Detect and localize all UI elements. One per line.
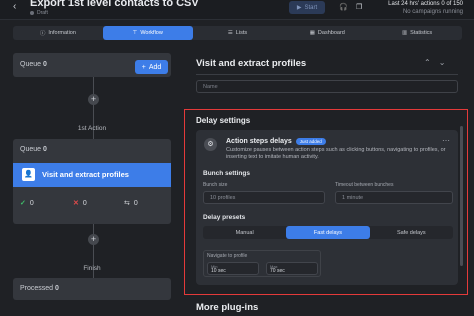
divider bbox=[196, 74, 458, 75]
list-icon: ☰ bbox=[227, 30, 233, 36]
max-delay-input[interactable]: Max 70 sec bbox=[266, 262, 318, 275]
chevron-down-icon[interactable]: ⌄ bbox=[439, 58, 446, 67]
scrollbar[interactable] bbox=[460, 126, 463, 266]
play-icon: ▶ bbox=[296, 5, 302, 11]
user-extract-icon: 👤 bbox=[22, 168, 35, 181]
workflow-canvas: Queue 0 + Add + 1st Action Queue 0 👤 Vis… bbox=[13, 50, 171, 316]
skip-icon: ⇆ bbox=[124, 200, 130, 207]
delay-presets-title: Delay presets bbox=[203, 214, 246, 221]
statistics-icon: ▥ bbox=[401, 30, 408, 36]
delay-settings-title: Delay settings bbox=[196, 116, 251, 125]
bunch-size-label: Bunch size bbox=[203, 182, 228, 188]
action-steps-title: Action steps delays bbox=[226, 138, 292, 145]
more-plugins-title: More plug-ins bbox=[196, 302, 259, 313]
bunch-settings-title: Bunch settings bbox=[203, 170, 250, 177]
gears-icon: ⚙ bbox=[204, 138, 217, 151]
add-step-button[interactable]: + bbox=[88, 234, 99, 245]
campaign-tabs: ⓘ Information ⊤ Workflow ☰ Lists ▦ Dashboard… bbox=[13, 26, 462, 40]
preset-fast-delays[interactable]: Fast delays bbox=[286, 226, 370, 239]
navigate-label: Navigate to profile bbox=[207, 253, 248, 259]
delay-presets: Manual Fast delays Safe delays bbox=[203, 226, 453, 239]
tab-dashboard[interactable]: ▦ Dashboard bbox=[282, 26, 372, 40]
info-icon: ⓘ bbox=[39, 31, 46, 37]
campaign-status: Draft bbox=[30, 10, 48, 16]
headset-icon[interactable]: 🎧 bbox=[339, 3, 348, 11]
status-dot-icon bbox=[30, 11, 34, 15]
start-button[interactable]: ▶ Start bbox=[289, 1, 325, 14]
tab-workflow[interactable]: ⊤ Workflow bbox=[102, 26, 193, 40]
success-stat: ✓ 0 bbox=[20, 199, 34, 208]
check-icon: ✓ bbox=[20, 200, 26, 207]
queue-card: Queue 0 + Add bbox=[13, 53, 171, 77]
timeout-label: Timeout between bunches bbox=[335, 182, 394, 188]
panel-title: Visit and extract profiles bbox=[196, 58, 307, 69]
processed-card: Processed 0 bbox=[13, 278, 171, 300]
preset-safe-delays[interactable]: Safe delays bbox=[370, 226, 453, 239]
just-added-badge: Just added bbox=[295, 138, 326, 145]
preset-manual[interactable]: Manual bbox=[203, 226, 286, 239]
tab-information[interactable]: ⓘ Information bbox=[13, 26, 103, 40]
copy-icon[interactable]: ❐ bbox=[356, 3, 362, 11]
min-delay-input[interactable]: Min 10 sec bbox=[207, 262, 259, 275]
action-visit-extract[interactable]: 👤 Visit and extract profiles bbox=[13, 163, 171, 187]
campaign-title: Export 1st level contacts to CSV bbox=[30, 0, 199, 9]
finish-label: Finish bbox=[83, 265, 101, 272]
action-card[interactable]: Queue 0 👤 Visit and extract profiles ✓ 0… bbox=[13, 139, 171, 224]
plus-icon: + bbox=[141, 63, 146, 71]
action-steps-description: Customize pauses between action steps su… bbox=[226, 147, 446, 160]
fail-stat: ✕ 0 bbox=[73, 199, 87, 208]
bunch-size-input[interactable]: 10 profiles bbox=[203, 191, 325, 204]
action-section-label: 1st Action bbox=[77, 125, 107, 132]
collapse-icon[interactable]: ⌃ bbox=[424, 58, 431, 67]
timeout-input[interactable]: 1 minute bbox=[335, 191, 453, 204]
action-limits: Last 24 hrs' actions 0 of 150 No campaig… bbox=[388, 1, 463, 15]
add-step-button[interactable]: + bbox=[88, 94, 99, 105]
tab-lists[interactable]: ☰ Lists bbox=[193, 26, 283, 40]
workflow-icon: ⊤ bbox=[132, 30, 138, 36]
delay-settings-card: ⚙ Action steps delays Just added ⋯ Custo… bbox=[196, 130, 458, 285]
top-bar: ‹ Export 1st level contacts to CSV Draft… bbox=[0, 0, 474, 20]
chevron-left-icon[interactable]: ‹ bbox=[13, 1, 16, 12]
name-field[interactable]: Name bbox=[196, 80, 458, 93]
navigate-to-profile-box: Navigate to profile Min 10 sec Max 70 se… bbox=[203, 250, 321, 277]
tab-statistics[interactable]: ▥ Statistics bbox=[372, 26, 462, 40]
dashboard-icon: ▦ bbox=[309, 30, 315, 36]
more-options-icon[interactable]: ⋯ bbox=[442, 136, 450, 145]
close-icon: ✕ bbox=[73, 200, 79, 207]
add-button[interactable]: + Add bbox=[135, 60, 168, 74]
skip-stat: ⇆ 0 bbox=[124, 199, 138, 208]
